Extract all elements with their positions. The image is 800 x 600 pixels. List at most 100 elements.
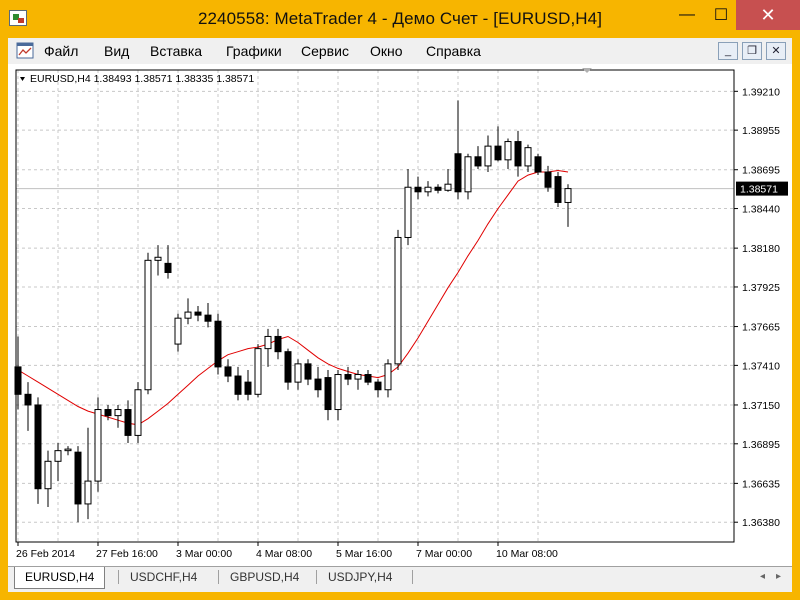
bull-candle (334, 374, 342, 411)
tab-gbpusd-h4[interactable]: GBPUSD,H4 (220, 567, 309, 587)
bull-candle (94, 409, 102, 482)
tabs-scroll-left-icon[interactable]: ◂ (760, 571, 765, 582)
chart-restore-button[interactable]: ❐ (742, 42, 762, 60)
bear-candle (554, 176, 562, 203)
bear-candle (534, 156, 542, 173)
price-tick-label: 1.36895 (742, 439, 780, 451)
candlestick-chart[interactable]: 1.39210 1.38955 1.38695 1.38440 1.38180 1.379… (8, 64, 792, 566)
tab-usdjpy-h4[interactable]: USDJPY,H4 (318, 567, 402, 587)
window-minimize-button[interactable]: — (668, 0, 706, 30)
bull-candle (134, 389, 142, 436)
menu-help[interactable]: Справка (426, 43, 481, 59)
tab-usdchf-h4[interactable]: USDCHF,H4 (120, 567, 207, 587)
bear-candle (274, 335, 282, 353)
bear-candle (124, 409, 132, 436)
tabs-scroll-right-icon[interactable]: ▸ (776, 571, 781, 582)
bear-candle (164, 262, 172, 274)
price-tick-label: 1.38440 (742, 204, 780, 216)
bull-candle (354, 374, 362, 380)
window-maximize-button[interactable]: ☐ (702, 0, 740, 30)
bear-candle (494, 145, 502, 161)
bear-candle (314, 378, 322, 391)
time-tick-label: 5 Mar 16:00 (336, 548, 392, 560)
time-tick-label: 4 Mar 08:00 (256, 548, 312, 560)
menu-bar: Файл Вид Вставка Графики Сервис Окно Спр… (8, 38, 792, 65)
time-tick-label: 27 Feb 16:00 (96, 548, 158, 560)
bull-candle (564, 188, 572, 203)
bear-candle (194, 311, 202, 316)
bear-candle (514, 141, 522, 167)
bull-candle (384, 363, 392, 391)
menu-view[interactable]: Вид (104, 43, 129, 59)
time-tick-label: 10 Mar 08:00 (496, 548, 558, 560)
bear-candle (214, 320, 222, 368)
chart-window-icon[interactable] (16, 42, 34, 59)
bear-candle (224, 366, 232, 377)
chart-grid (16, 70, 734, 542)
menu-file[interactable]: Файл (44, 43, 78, 59)
title-bar[interactable]: 2240558: MetaTrader 4 - Демо Счет - [EUR… (0, 0, 800, 38)
price-tick-label: 1.36380 (742, 517, 780, 529)
bull-candle (64, 448, 72, 452)
tab-eurusd-h4[interactable]: EURUSD,H4 (14, 567, 106, 589)
chart-area[interactable]: 1.39210 1.38955 1.38695 1.38440 1.38180 1.379… (8, 64, 792, 566)
time-tick-label: 7 Mar 00:00 (416, 548, 472, 560)
bull-candle (184, 311, 192, 319)
bull-candle (154, 256, 162, 261)
bull-candle (144, 259, 152, 391)
bear-candle (344, 374, 352, 380)
bear-candle (34, 404, 42, 490)
tab-separator (218, 570, 219, 584)
bull-candle (404, 186, 412, 238)
window-close-button[interactable]: ✕ (736, 0, 800, 30)
price-tick-label: 1.37665 (742, 322, 780, 334)
bear-candle (454, 153, 462, 193)
bear-candle (244, 381, 252, 395)
chart-tabs: EURUSD,H4 USDCHF,H4 GBPUSD,H4 USDJPY,H4 … (8, 566, 792, 593)
menu-tools[interactable]: Сервис (301, 43, 349, 59)
bear-candle (364, 374, 372, 383)
tab-separator (412, 570, 413, 584)
price-tick-label: 1.37925 (742, 282, 780, 294)
bear-candle (24, 393, 32, 406)
bear-candle (74, 451, 82, 505)
header-dropdown-icon (20, 77, 25, 81)
bull-candle (264, 335, 272, 350)
chart-close-button[interactable]: ✕ (766, 42, 786, 60)
bull-candle (484, 145, 492, 167)
price-axis: 1.39210 1.38955 1.38695 1.38440 1.38180 1.379… (734, 86, 788, 529)
current-price-label: 1.38571 (740, 184, 778, 196)
bear-candle (14, 366, 22, 395)
menu-insert[interactable]: Вставка (150, 43, 202, 59)
bear-candle (204, 314, 212, 322)
price-tick-label: 1.38955 (742, 125, 780, 137)
bull-candle (524, 147, 532, 167)
symbol-header: EURUSD,H4 1.38493 1.38571 1.38335 1.3857… (30, 73, 254, 85)
bull-candle (54, 450, 62, 462)
time-tick-label: 3 Mar 00:00 (176, 548, 232, 560)
menu-window[interactable]: Окно (370, 43, 403, 59)
bear-candle (544, 171, 552, 188)
bull-candle (424, 186, 432, 193)
price-tick-label: 1.39210 (742, 86, 780, 98)
price-tick-label: 1.38695 (742, 165, 780, 177)
chart-minimize-button[interactable]: _ (718, 42, 738, 60)
plot-frame (15, 69, 735, 543)
price-tick-label: 1.37410 (742, 360, 780, 372)
bear-candle (284, 351, 292, 383)
bear-candle (434, 186, 442, 191)
bull-candle (294, 363, 302, 383)
price-tick-label: 1.38180 (742, 243, 780, 255)
bull-candle (44, 460, 52, 490)
bear-candle (374, 381, 382, 391)
bull-candle (254, 348, 262, 395)
price-tick-label: 1.37150 (742, 400, 780, 412)
bear-candle (104, 409, 112, 417)
bull-candle (504, 141, 512, 161)
window-bottom-border (8, 592, 792, 600)
mt4-window: 2240558: MetaTrader 4 - Демо Счет - [EUR… (0, 0, 800, 600)
bear-candle (474, 156, 482, 167)
bear-candle (234, 375, 242, 395)
menu-charts[interactable]: Графики (226, 43, 282, 59)
bear-candle (414, 186, 422, 193)
